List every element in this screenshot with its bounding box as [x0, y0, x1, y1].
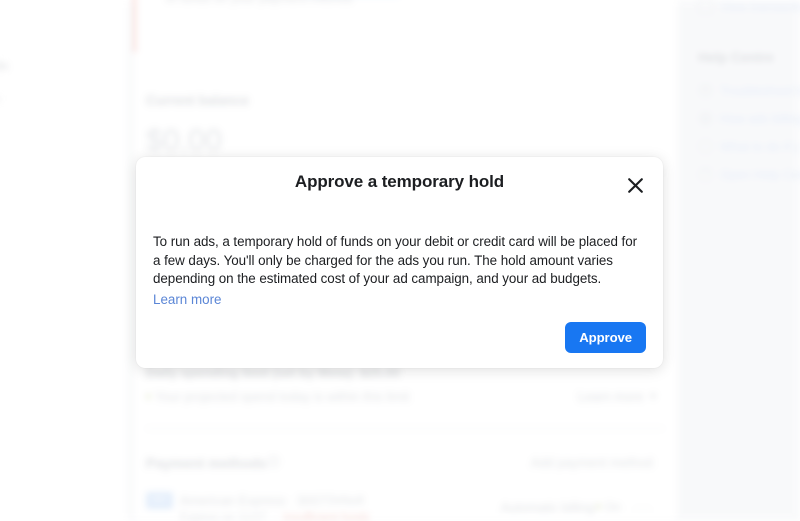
- modal-overlay: Approve a temporary hold To run ads, a t…: [0, 0, 800, 521]
- dialog-footer: Approve: [136, 322, 646, 353]
- dialog-header: Approve a temporary hold: [136, 157, 663, 210]
- approve-button[interactable]: Approve: [565, 322, 646, 353]
- approve-temporary-hold-dialog: Approve a temporary hold To run ads, a t…: [136, 157, 663, 368]
- learn-more-link[interactable]: Learn more: [153, 291, 221, 310]
- dialog-body: To run ads, a temporary hold of funds on…: [153, 233, 646, 309]
- dialog-body-text: To run ads, a temporary hold of funds on…: [153, 234, 638, 287]
- dialog-title: Approve a temporary hold: [294, 172, 505, 191]
- screen: ds r of funds on your payment method App…: [0, 0, 800, 521]
- close-icon[interactable]: [623, 173, 647, 197]
